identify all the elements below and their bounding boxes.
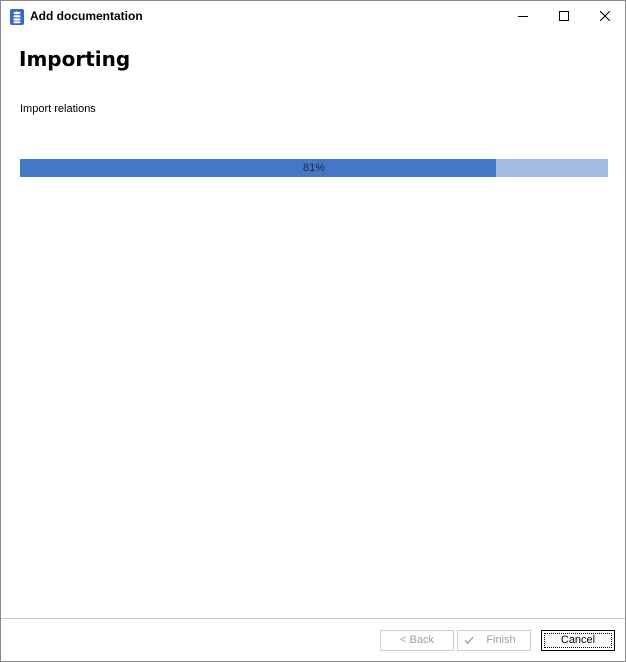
finish-label: Finish — [486, 634, 516, 646]
cancel-button[interactable]: Cancel — [541, 630, 615, 651]
dialog-window: Add documentation Importing Import relat… — [0, 0, 626, 662]
database-icon — [10, 9, 24, 25]
back-button[interactable]: < Back — [380, 630, 454, 651]
close-icon — [600, 11, 610, 21]
progress-bar: 81% — [20, 159, 608, 177]
minimize-button[interactable] — [503, 1, 543, 32]
focus-ring — [544, 633, 612, 648]
maximize-button[interactable] — [544, 1, 584, 32]
finish-button[interactable]: Finish — [457, 630, 531, 651]
footer-divider — [1, 618, 625, 619]
progress-label: 81% — [302, 162, 326, 174]
minimize-icon — [518, 16, 528, 17]
window-title: Add documentation — [30, 9, 143, 23]
checkmark-icon — [464, 636, 474, 645]
maximize-icon — [559, 11, 569, 21]
title-bar[interactable]: Add documentation — [1, 1, 625, 32]
close-button[interactable] — [585, 1, 625, 32]
status-text: Import relations — [20, 103, 96, 115]
page-title: Importing — [19, 47, 131, 71]
